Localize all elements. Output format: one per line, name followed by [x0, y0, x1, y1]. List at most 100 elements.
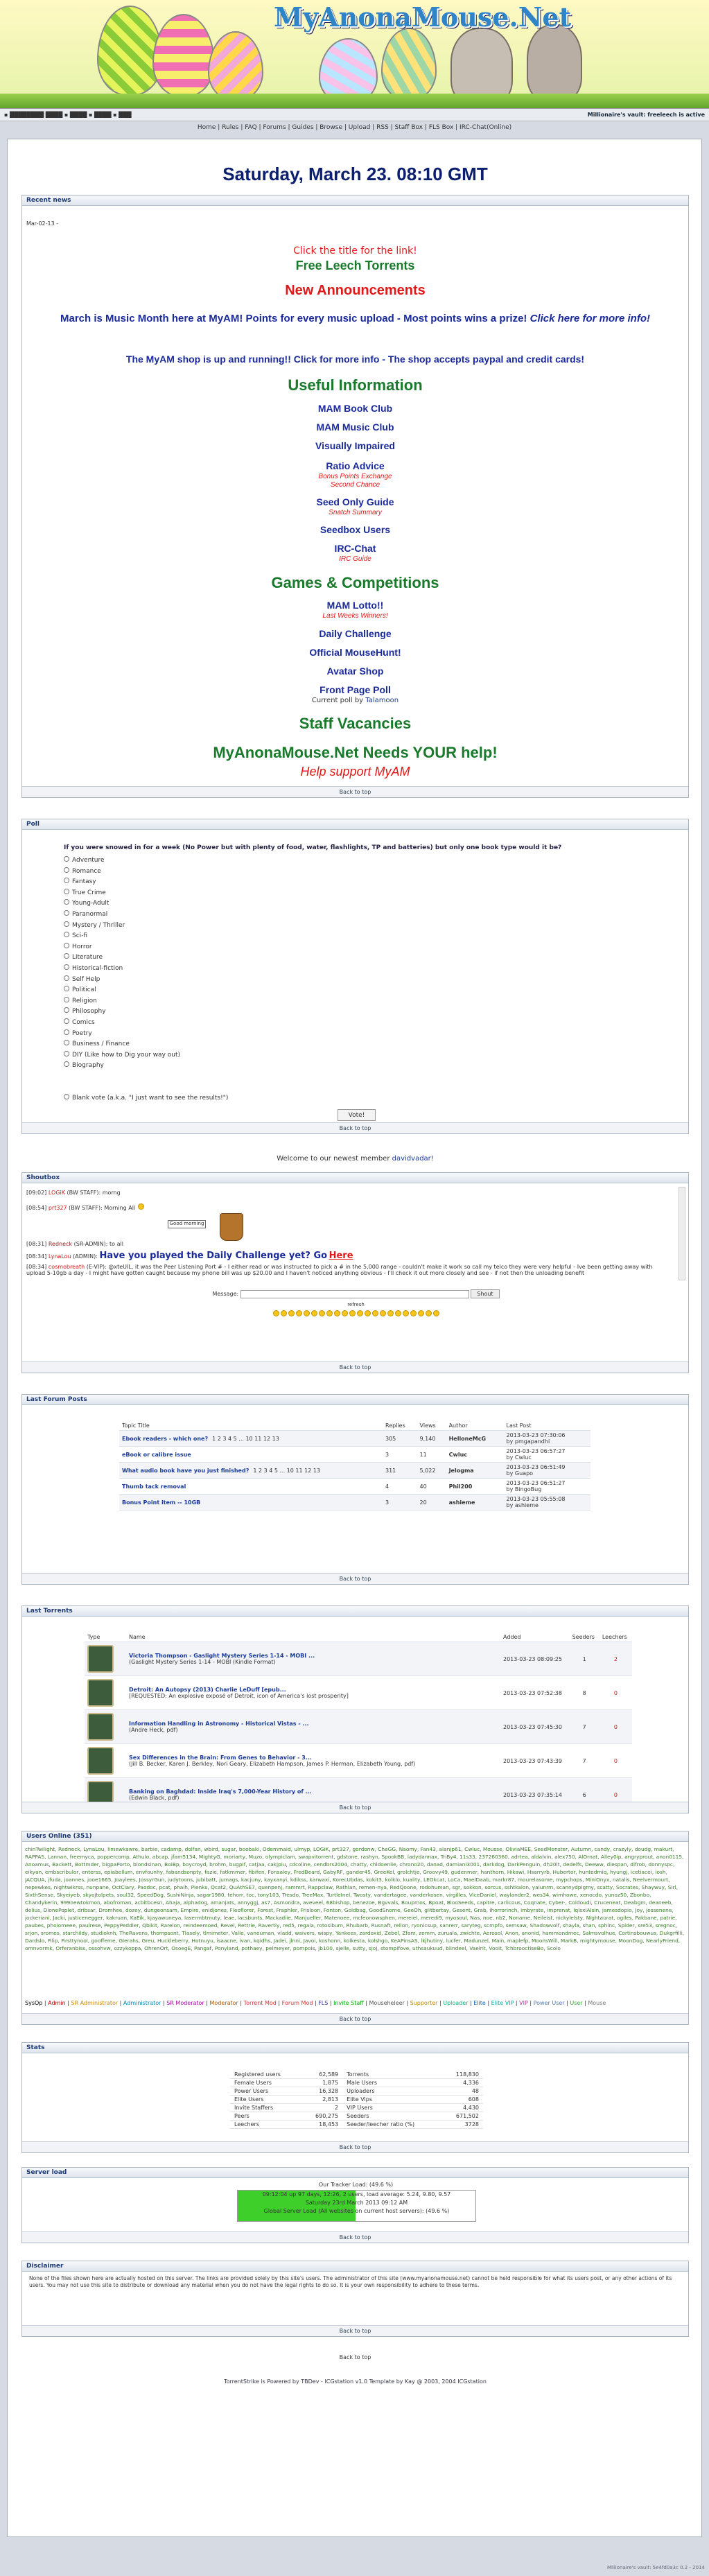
site-logo[interactable]: MyAnonaMouse.Net: [274, 1, 571, 33]
author-link[interactable]: Cwluc: [446, 1446, 504, 1463]
back-to-top-link[interactable]: Back to top: [22, 1573, 688, 1584]
back-to-top-link[interactable]: Back to top: [22, 1802, 688, 1813]
vote-button[interactable]: Vote!: [338, 1109, 376, 1121]
torrent-link[interactable]: Information Handling in Astronomy - Hist…: [129, 1721, 498, 1727]
torrent-leechers[interactable]: 0: [599, 1709, 632, 1744]
radio-button[interactable]: [64, 1050, 69, 1056]
smiley-icon[interactable]: [349, 1310, 356, 1316]
back-to-top-link[interactable]: Back to top: [22, 1361, 688, 1373]
radio-button[interactable]: [64, 899, 69, 905]
back-to-top-link[interactable]: Back to top: [22, 2325, 688, 2336]
radio-button[interactable]: [64, 878, 69, 884]
poll-option[interactable]: Paranormal: [64, 910, 180, 921]
radio-button[interactable]: [64, 1007, 69, 1013]
music-month-link[interactable]: Click here for more info!: [530, 313, 650, 324]
seedbox-users-link[interactable]: Seedbox Users: [320, 524, 390, 535]
poll-option[interactable]: Poetry: [64, 1029, 180, 1041]
category-icon[interactable]: [87, 1679, 114, 1707]
lotto-link[interactable]: MAM Lotto!!: [327, 600, 384, 611]
shout-user-link[interactable]: Redneck: [49, 1241, 72, 1247]
staff-vacancies-heading[interactable]: Staff Vacancies: [299, 715, 411, 733]
last-post-author[interactable]: by ashieme: [507, 1502, 588, 1508]
online-user-list[interactable]: chinTwilight, Redneck, LynaLou, limewkaw…: [25, 1845, 685, 1996]
torrent-leechers[interactable]: 0: [599, 1676, 632, 1710]
radio-button[interactable]: [64, 856, 69, 862]
irc-guide-link[interactable]: IRC Guide: [339, 555, 371, 563]
torrent-link[interactable]: Victoria Thompson - Gaslight Mystery Ser…: [129, 1653, 498, 1659]
shout-user-link[interactable]: LynaLou: [49, 1253, 71, 1260]
poll-author-link[interactable]: Talamoon: [365, 697, 399, 704]
back-to-top-link[interactable]: Back to top: [22, 2141, 688, 2152]
snatch-summary-link[interactable]: Snatch Summary: [329, 509, 382, 516]
radio-button[interactable]: [64, 964, 69, 970]
radio-button[interactable]: [64, 996, 69, 1002]
main-nav[interactable]: Home | Rules | FAQ | Forums | Guides | B…: [0, 122, 709, 133]
shoutbox-scrollbar[interactable]: [679, 1187, 685, 1280]
bonus-points-link[interactable]: Bonus Points Exchange: [318, 473, 392, 480]
radio-button[interactable]: [64, 921, 69, 927]
back-to-top-link[interactable]: Back to top: [8, 2354, 703, 2360]
smiley-icon[interactable]: [356, 1310, 363, 1316]
message-input[interactable]: [240, 1289, 469, 1298]
daily-challenge-link[interactable]: Daily Challenge: [319, 628, 391, 639]
poll-option[interactable]: True Crime: [64, 888, 180, 900]
smiley-icon[interactable]: [288, 1310, 295, 1316]
newest-member-link[interactable]: davidvadar!: [392, 1155, 434, 1163]
radio-button[interactable]: [64, 1094, 69, 1099]
back-to-top-link[interactable]: Back to top: [22, 1122, 688, 1133]
free-leech-link[interactable]: Free Leech Torrents: [296, 259, 415, 273]
smiley-icon[interactable]: [394, 1310, 401, 1316]
book-club-link[interactable]: MAM Book Club: [318, 403, 392, 414]
irc-chat-link[interactable]: IRC-Chat: [335, 543, 376, 554]
author-link[interactable]: Jelogma: [446, 1462, 504, 1479]
radio-button[interactable]: [64, 888, 69, 894]
poll-option[interactable]: DIY (Like how to Dig your way out): [64, 1050, 180, 1062]
poll-option[interactable]: Business / Finance: [64, 1040, 180, 1051]
avatar-shop-link[interactable]: Avatar Shop: [327, 665, 384, 677]
smiley-icon[interactable]: [425, 1310, 432, 1316]
smiley-icon[interactable]: [402, 1310, 409, 1316]
radio-button[interactable]: [64, 910, 69, 916]
smiley-icon[interactable]: [387, 1310, 394, 1316]
poll-option[interactable]: Historical-fiction: [64, 964, 180, 975]
radio-button[interactable]: [64, 1061, 69, 1068]
torrent-seeders[interactable]: 1: [569, 1642, 599, 1676]
needs-help-link[interactable]: MyAnonaMouse.Net Needs YOUR help!: [213, 744, 497, 762]
last-post-author[interactable]: by BingoBug: [507, 1486, 588, 1492]
poll-option[interactable]: Fantasy: [64, 878, 180, 889]
shout-user-link[interactable]: cosmobreath: [49, 1264, 85, 1270]
user-info[interactable]: ▪ ████████ ████ ▪ ████ ▪ ████ ▪ ███: [4, 112, 132, 118]
radio-button[interactable]: [64, 932, 69, 938]
poll-option[interactable]: Philosophy: [64, 1007, 180, 1018]
poll-option[interactable]: Adventure: [64, 856, 180, 867]
topic-link[interactable]: What audio book have you just finished?: [122, 1468, 249, 1474]
torrent-leechers[interactable]: 0: [599, 1743, 632, 1778]
smiley-icon[interactable]: [417, 1310, 424, 1316]
smiley-icon[interactable]: [295, 1310, 302, 1316]
author-link[interactable]: HelloneMcG: [446, 1430, 504, 1447]
poll-option[interactable]: Sci-fi: [64, 932, 180, 943]
torrent-seeders[interactable]: 7: [569, 1709, 599, 1744]
topic-link[interactable]: eBook or calibre issue: [122, 1452, 191, 1458]
second-chance-link[interactable]: Second Chance: [331, 481, 380, 489]
torrent-link[interactable]: Sex Differences in the Brain: From Genes…: [129, 1755, 498, 1761]
torrent-link[interactable]: Detroit: An Autopsy (2013) Charlie LeDuf…: [129, 1687, 498, 1693]
last-post-author[interactable]: by pmgapandhi: [507, 1438, 588, 1445]
radio-button[interactable]: [64, 867, 69, 873]
smiley-icon[interactable]: [379, 1310, 386, 1316]
poll-option[interactable]: Biography: [64, 1061, 180, 1072]
smiley-icon[interactable]: [280, 1310, 287, 1316]
seed-only-guide-link[interactable]: Seed Only Guide: [316, 496, 394, 507]
topic-pages[interactable]: 1 2 3 4 5 ... 10 11 12 13: [253, 1468, 320, 1474]
radio-button[interactable]: [64, 1029, 69, 1035]
author-link[interactable]: ashieme: [446, 1494, 504, 1511]
smiley-icon[interactable]: [432, 1310, 439, 1316]
smiley-icon[interactable]: [272, 1310, 279, 1316]
topic-link[interactable]: Bonus Point item -- 10GB: [122, 1499, 200, 1506]
topic-pages[interactable]: 1 2 3 4 5 ... 10 11 12 13: [212, 1436, 279, 1442]
torrent-leechers[interactable]: 2: [599, 1642, 632, 1676]
back-to-top-link[interactable]: Back to top: [22, 2231, 688, 2243]
category-icon[interactable]: [87, 1645, 114, 1673]
poll-option[interactable]: Comics: [64, 1018, 180, 1029]
front-page-poll-link[interactable]: Front Page Poll: [320, 684, 391, 695]
